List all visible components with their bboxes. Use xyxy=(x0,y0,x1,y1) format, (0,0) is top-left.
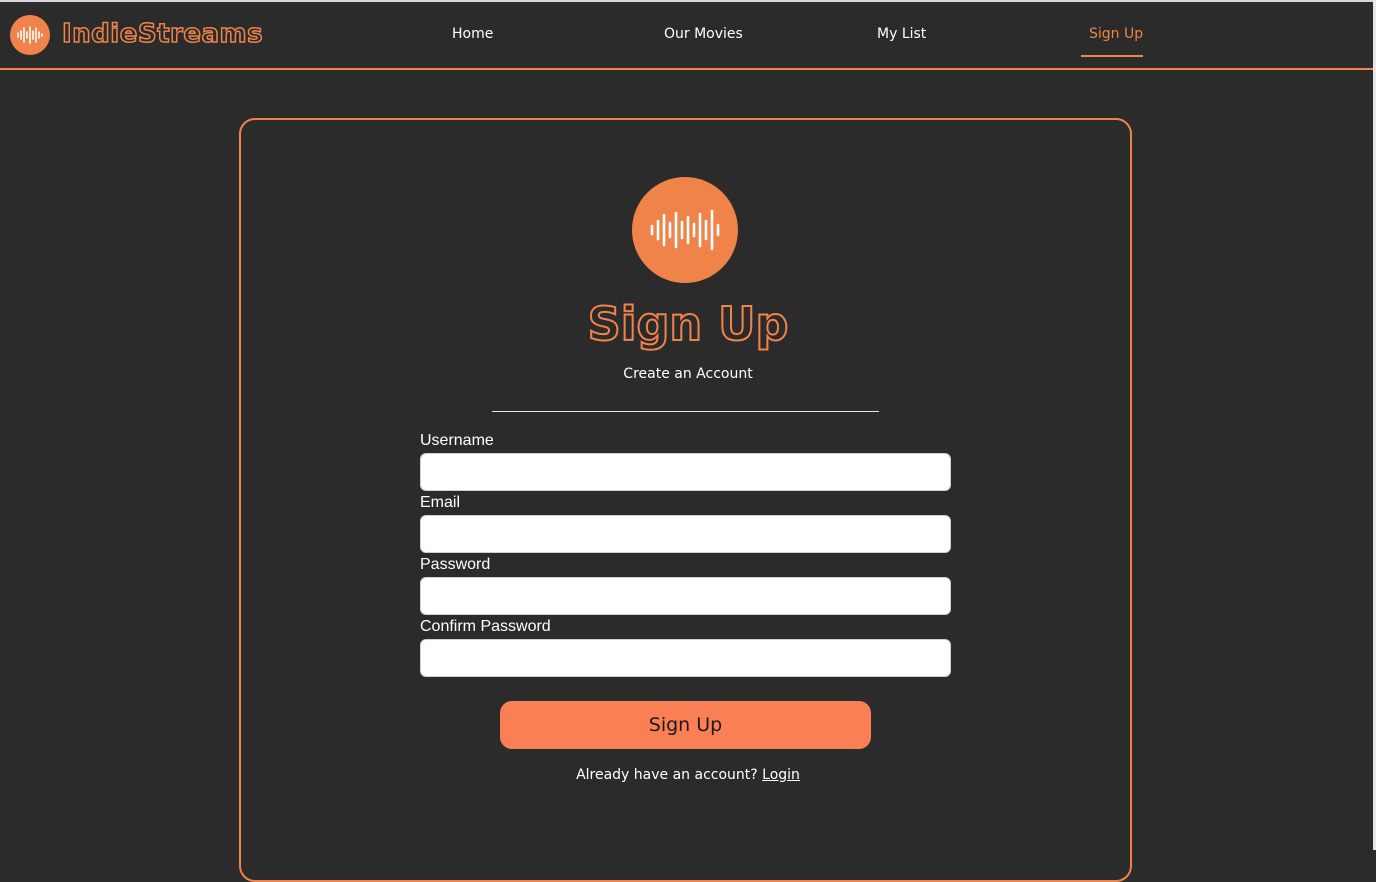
password-label: Password xyxy=(420,556,491,573)
divider xyxy=(492,411,879,412)
active-nav-indicator xyxy=(1081,55,1143,57)
sign-up-button[interactable]: Sign Up xyxy=(500,701,871,749)
soundwave-icon xyxy=(632,177,738,283)
confirm-password-label: Confirm Password xyxy=(420,618,551,635)
page-title: Sign Up xyxy=(587,296,790,352)
confirm-password-input[interactable] xyxy=(420,639,951,677)
login-prompt-text: Already have an account? xyxy=(576,767,758,783)
username-label: Username xyxy=(420,432,494,449)
logo-soundwave-icon[interactable] xyxy=(10,15,50,55)
brand-name[interactable]: IndieStreams xyxy=(61,17,263,51)
navbar: IndieStreams Home Our Movies My List Sig… xyxy=(0,2,1373,70)
nav-sign-up[interactable]: Sign Up xyxy=(1089,26,1143,42)
login-link[interactable]: Login xyxy=(762,767,800,783)
nav-our-movies[interactable]: Our Movies xyxy=(664,26,743,42)
nav-my-list[interactable]: My List xyxy=(877,26,926,42)
login-prompt-row: Already have an account? Login xyxy=(0,767,1376,783)
password-input[interactable] xyxy=(420,577,951,615)
nav-home[interactable]: Home xyxy=(452,26,493,42)
page-subtitle: Create an Account xyxy=(623,366,753,382)
email-input[interactable] xyxy=(420,515,951,553)
email-label: Email xyxy=(420,494,461,511)
username-input[interactable] xyxy=(420,453,951,491)
